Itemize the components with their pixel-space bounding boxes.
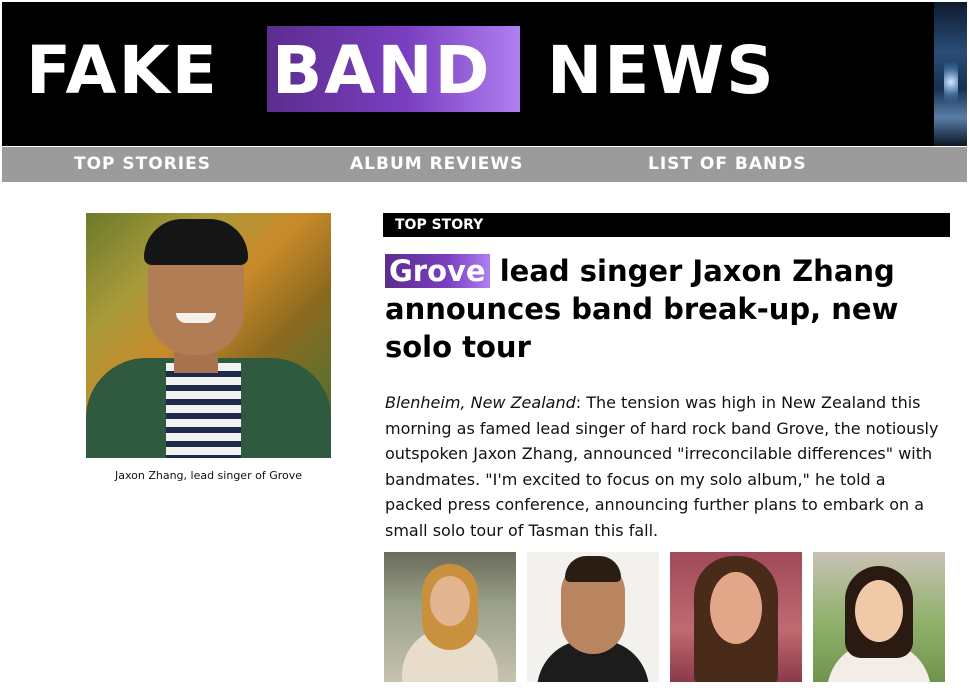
band-member-photo-2[interactable] xyxy=(527,552,659,682)
headline-band-tag[interactable]: Grove xyxy=(385,254,490,288)
nav-list-of-bands[interactable]: LIST OF BANDS xyxy=(648,147,807,182)
article-text: : The tension was high in New Zealand th… xyxy=(385,393,939,540)
site-header: FAKE BAND NEWS xyxy=(2,2,967,146)
header-banner-image xyxy=(934,2,967,146)
article-headline: Grove lead singer Jaxon Zhang announces … xyxy=(385,252,945,366)
band-member-photo-1[interactable] xyxy=(384,552,516,682)
band-member-photo-4[interactable] xyxy=(813,552,945,682)
top-story-label: TOP STORY xyxy=(395,217,484,233)
main-navigation: TOP STORIES ALBUM REVIEWS LIST OF BANDS xyxy=(2,147,967,182)
logo-word-news: NEWS xyxy=(547,32,776,109)
logo-word-band: BAND xyxy=(272,32,492,109)
logo-word-fake: FAKE xyxy=(26,32,219,109)
band-member-photo-3[interactable] xyxy=(670,552,802,682)
nav-album-reviews[interactable]: ALBUM REVIEWS xyxy=(350,147,523,182)
lead-singer-photo xyxy=(86,213,331,458)
top-story-bar: TOP STORY xyxy=(383,213,950,237)
article-dateline: Blenheim, New Zealand xyxy=(385,393,576,412)
site-logo[interactable]: FAKE BAND NEWS xyxy=(2,26,842,116)
article-body: Blenheim, New Zealand: The tension was h… xyxy=(385,390,945,544)
nav-top-stories[interactable]: TOP STORIES xyxy=(74,147,211,182)
photo-caption: Jaxon Zhang, lead singer of Grove xyxy=(114,469,303,482)
